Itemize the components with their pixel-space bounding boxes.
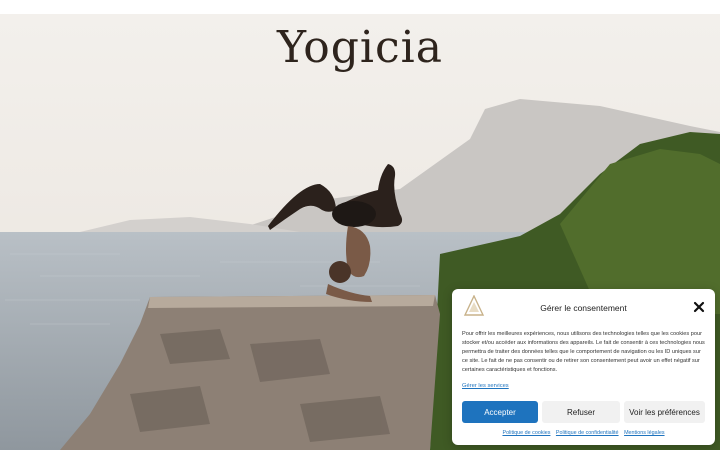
view-preferences-button[interactable]: Voir les préférences <box>624 401 705 423</box>
top-bar <box>0 0 720 14</box>
close-icon[interactable] <box>692 300 706 314</box>
refuse-button[interactable]: Refuser <box>542 401 620 423</box>
accept-button[interactable]: Accepter <box>462 401 538 423</box>
cookie-consent-dialog: Gérer le consentement Pour offrir les me… <box>452 289 715 445</box>
consent-title: Gérer le consentement <box>540 303 627 313</box>
consent-body: Pour offrir les meilleures expériences, … <box>462 331 705 373</box>
consent-footer-links: Politique de cookies Politique de confid… <box>452 430 715 436</box>
cookie-policy-link[interactable]: Politique de cookies <box>502 430 550 436</box>
site-logo[interactable]: Yogicia <box>0 26 720 70</box>
manage-services-link[interactable]: Gérer les services <box>462 383 509 389</box>
privacy-policy-link[interactable]: Politique de confidentialité <box>556 430 619 436</box>
legal-notice-link[interactable]: Mentions légales <box>624 430 664 436</box>
